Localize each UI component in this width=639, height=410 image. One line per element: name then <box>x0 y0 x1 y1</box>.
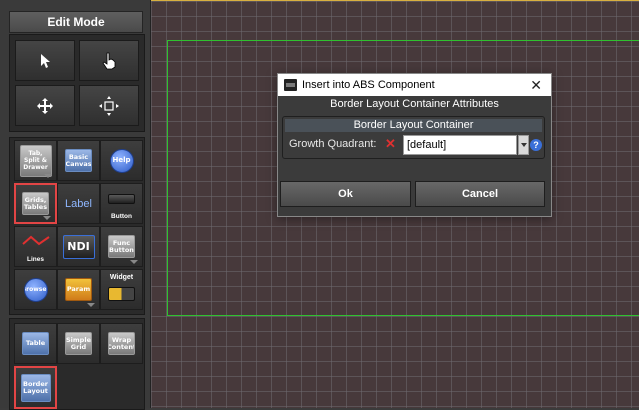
browser-tool[interactable]: Browser <box>14 269 57 310</box>
layout-tools: Table Simple Grid Wrap Content Border La… <box>9 318 145 410</box>
select-arrow-button[interactable] <box>15 40 75 81</box>
hand-pointer-button[interactable] <box>79 40 139 81</box>
growth-quadrant-label: Growth Quadrant: <box>289 138 377 150</box>
help-icon: Help <box>109 148 134 173</box>
func-button-icon: Func Button <box>108 235 135 258</box>
lines-tool-caption: Lines <box>27 256 44 263</box>
tab-split-drawer-tool[interactable]: Tab, Split & Drawer <box>14 140 57 181</box>
widget-icon <box>108 286 135 301</box>
ndi-tool[interactable]: NDI <box>57 226 100 267</box>
lines-tool[interactable]: Lines <box>14 226 57 267</box>
button-tool-caption: Button <box>111 213 132 220</box>
insert-dialog: Insert into ABS Component ✕ Border Layou… <box>277 73 552 217</box>
lines-icon <box>21 235 50 245</box>
mode-buttons <box>9 34 145 132</box>
dialog-titlebar[interactable]: Insert into ABS Component ✕ <box>278 74 551 96</box>
border-layout-tool[interactable]: Border Layout <box>14 366 57 409</box>
chevron-down-icon <box>44 174 52 178</box>
palette-header: Edit Mode <box>9 11 143 33</box>
app-icon <box>284 79 297 91</box>
wrap-content-tool[interactable]: Wrap Content <box>100 323 143 364</box>
cancel-button[interactable]: Cancel <box>415 181 545 207</box>
func-button-tool[interactable]: Func Button <box>100 226 143 267</box>
container-group: Border Layout Container Growth Quadrant:… <box>282 116 545 159</box>
move-arrows-icon <box>37 97 53 114</box>
chevron-down-icon <box>130 260 138 264</box>
ok-button[interactable]: Ok <box>280 181 411 207</box>
group-header: Border Layout Container <box>285 119 542 132</box>
button-tool[interactable]: Button <box>100 183 143 224</box>
arrow-cursor-icon <box>41 53 50 68</box>
reset-x-icon[interactable]: ✕ <box>385 136 396 152</box>
tab-split-drawer-icon: Tab, Split & Drawer <box>19 144 52 177</box>
chevron-down-icon[interactable] <box>518 135 529 155</box>
label-tool[interactable]: Label <box>57 183 100 224</box>
widget-tool[interactable]: Widget <box>100 269 143 310</box>
resize-button[interactable] <box>79 85 139 126</box>
browser-globe-icon: Browser <box>23 277 48 302</box>
border-layout-icon: Border Layout <box>20 373 51 402</box>
close-icon[interactable]: ✕ <box>530 74 542 96</box>
help-tool[interactable]: Help <box>100 140 143 181</box>
wrap-content-icon: Wrap Content <box>108 332 135 355</box>
basic-canvas-tool[interactable]: Basic Canvas <box>57 140 100 181</box>
move-button[interactable] <box>15 85 75 126</box>
chevron-down-icon <box>43 216 51 220</box>
dialog-title: Insert into ABS Component <box>302 79 435 91</box>
grids-tables-icon: Grids, Tables <box>22 192 49 215</box>
growth-quadrant-select[interactable]: [default] <box>403 135 517 155</box>
simple-grid-tool[interactable]: Simple Grid <box>57 323 100 364</box>
table-tool[interactable]: Table <box>14 323 57 364</box>
help-icon[interactable]: ? <box>530 139 542 151</box>
param-icon: Param <box>65 278 92 301</box>
edit-mode-palette: Edit Mode Tab, Split & Drawer Basic Canv… <box>0 0 151 410</box>
button-icon <box>108 193 135 204</box>
component-tools: Tab, Split & Drawer Basic Canvas Help Gr… <box>9 137 145 315</box>
param-tool[interactable]: Param <box>57 269 100 310</box>
simple-grid-icon: Simple Grid <box>65 332 92 355</box>
table-icon: Table <box>22 332 49 355</box>
grids-tables-tool[interactable]: Grids, Tables <box>14 183 57 224</box>
dialog-subtitle: Border Layout Container Attributes <box>330 98 499 110</box>
label-tool-label: Label <box>65 197 92 210</box>
resize-box-icon <box>99 95 119 116</box>
basic-canvas-icon: Basic Canvas <box>65 149 92 172</box>
hand-pointer-icon <box>102 52 116 69</box>
ndi-icon: NDI <box>62 234 95 259</box>
chevron-down-icon <box>87 303 95 307</box>
widget-tool-caption: Widget <box>109 274 134 281</box>
